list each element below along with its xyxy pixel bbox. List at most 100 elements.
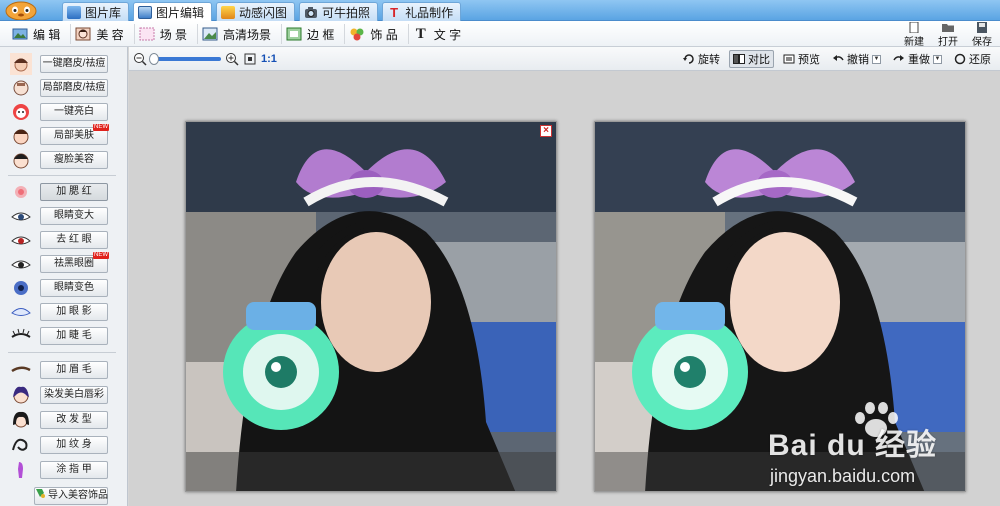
camera-icon — [304, 6, 318, 19]
open-file-button[interactable]: 打开 — [936, 22, 960, 48]
actual-size-button[interactable]: 1:1 — [261, 53, 277, 65]
undo-icon — [832, 53, 844, 65]
compare-icon — [733, 53, 745, 65]
tattoo-button[interactable]: 加 纹 身 — [40, 436, 108, 454]
view-button-label: 预览 — [798, 54, 820, 66]
view-button-label: 重做 — [908, 54, 930, 66]
hd-scene-icon — [202, 27, 218, 41]
eyelash-button[interactable]: 加 睫 毛 — [40, 327, 108, 345]
tool-button-label: 瘦脸美容 — [54, 154, 94, 165]
tool-button-label: 去 红 眼 — [56, 234, 92, 245]
smooth-skin-button[interactable]: 一键磨皮/祛痘 — [40, 55, 108, 73]
tool-label: 编 辑 — [33, 27, 61, 42]
tool-button-label: 加 腮 红 — [56, 186, 92, 197]
tool-text[interactable]: T 文 字 — [409, 24, 471, 44]
image-canvas: × — [129, 71, 1000, 506]
rotate-button[interactable]: 旋转 — [680, 50, 723, 68]
fit-window-icon[interactable] — [243, 52, 257, 66]
restore-icon — [954, 53, 966, 65]
eye-enlarge-button[interactable]: 眼睛变大 — [40, 207, 108, 225]
slim-face-button[interactable]: 瘦脸美容 — [40, 151, 108, 169]
tool-button-label: 导入美容饰品 — [48, 490, 108, 501]
view-button-label: 撤销 — [847, 54, 869, 66]
tool-button-label: 加 眉 毛 — [56, 364, 92, 375]
ornament-icon — [349, 27, 365, 41]
tool-button-label: 加 纹 身 — [56, 439, 92, 450]
eyebrow-button[interactable]: 加 眉 毛 — [40, 361, 108, 379]
preview-icon — [783, 53, 795, 65]
open-folder-icon — [941, 22, 955, 33]
new-file-button[interactable]: 新建 — [902, 21, 926, 48]
edited-photo[interactable] — [594, 121, 966, 492]
beauty-face-icon — [75, 27, 91, 41]
beauty-tool-row: 一键磨皮/祛痘 — [10, 53, 108, 75]
undo-button[interactable]: 撤销 ▼ — [829, 50, 884, 68]
hair-dye-button[interactable]: 染发美白唇彩 — [40, 386, 108, 404]
chevron-down-icon[interactable]: ▼ — [872, 54, 881, 64]
red-eye-icon — [10, 229, 32, 251]
beauty-tool-row: 涂 指 甲 — [10, 459, 108, 481]
tab-image-edit[interactable]: 图片编辑 — [133, 2, 213, 22]
preview-button[interactable]: 预览 — [780, 50, 823, 68]
tab-label: 图片编辑 — [156, 6, 205, 20]
eye-color-button[interactable]: 眼睛变色 — [40, 279, 108, 297]
blush-button[interactable]: 加 腮 红 — [40, 183, 108, 201]
import-ornament-button[interactable]: 导入美容饰品 — [34, 487, 108, 505]
nail-polish-button[interactable]: 涂 指 甲 — [40, 461, 108, 479]
tab-label: 图片库 — [85, 5, 122, 20]
whiten-icon — [10, 101, 32, 123]
tab-gallery[interactable]: 图片库 — [62, 2, 130, 21]
gallery-icon — [67, 5, 81, 19]
partial-beautify-button[interactable]: 局部美肤 NEW — [40, 124, 109, 145]
image-edit-icon — [138, 6, 153, 19]
tool-label: 文 字 — [433, 27, 462, 42]
tool-hd-scene[interactable]: 高清场景 — [198, 24, 283, 44]
tattoo-icon — [10, 434, 32, 456]
whiten-button[interactable]: 一键亮白 — [40, 103, 108, 121]
eyelash-icon — [10, 325, 32, 347]
tool-button-label: 一键磨皮/祛痘 — [42, 58, 106, 69]
original-photo[interactable]: × — [185, 121, 557, 492]
blush-icon — [10, 181, 32, 203]
tab-flash-gif[interactable]: 动感闪图 — [216, 2, 296, 21]
beauty-tool-row: 染发美白唇彩 — [10, 384, 108, 406]
red-eye-button[interactable]: 去 红 眼 — [40, 231, 108, 249]
edit-image-icon — [12, 27, 28, 41]
tab-label: 礼品制作 — [405, 5, 454, 20]
tab-gift[interactable]: T 礼品制作 — [382, 2, 462, 21]
save-file-button[interactable]: 保存 — [970, 22, 994, 48]
dark-circle-button[interactable]: 祛黑眼圈 NEW — [40, 252, 109, 273]
edit-toolbar: 编 辑 美 容 场 景 高清场景 边 框 饰 品 T 文 字 新建 打开 保存 — [0, 21, 1000, 48]
tool-button-label: 涂 指 甲 — [56, 464, 92, 475]
nail-polish-icon — [10, 459, 32, 481]
file-button-label: 打开 — [938, 37, 958, 48]
close-icon[interactable]: × — [540, 125, 552, 137]
tab-camera[interactable]: 可牛拍照 — [299, 2, 379, 21]
tool-edit[interactable]: 编 辑 — [8, 24, 72, 44]
hairstyle-button[interactable]: 改 发 型 — [40, 411, 108, 429]
beauty-tool-row: 祛黑眼圈 NEW — [10, 252, 109, 275]
chevron-down-icon[interactable]: ▼ — [933, 54, 942, 64]
hair-dye-icon — [10, 384, 32, 406]
gift-t-icon: T — [390, 4, 399, 20]
zoom-slider-knob[interactable] — [149, 53, 159, 65]
portrait-photo-edited — [595, 122, 965, 491]
compare-button[interactable]: 对比 — [729, 50, 774, 68]
beauty-tool-row: 去 红 眼 — [10, 229, 108, 251]
tool-beauty[interactable]: 美 容 — [71, 24, 135, 44]
zoom-slider[interactable] — [149, 53, 221, 65]
tool-ornament[interactable]: 饰 品 — [345, 24, 409, 44]
tool-frame[interactable]: 边 框 — [282, 24, 346, 44]
tool-button-label: 加 眼 影 — [56, 306, 92, 317]
zoom-in-icon[interactable] — [225, 52, 239, 66]
flash-gif-icon — [221, 5, 236, 19]
redo-button[interactable]: 重做 ▼ — [890, 50, 945, 68]
zoom-out-icon[interactable] — [133, 52, 147, 66]
restore-button[interactable]: 还原 — [951, 50, 994, 68]
partial-smooth-button[interactable]: 局部磨皮/祛痘 — [40, 79, 108, 97]
app-logo — [3, 0, 39, 21]
new-badge: NEW — [93, 252, 109, 259]
file-button-label: 保存 — [972, 37, 992, 48]
tool-scene[interactable]: 场 景 — [135, 24, 199, 44]
eye-shadow-button[interactable]: 加 眼 影 — [40, 303, 108, 321]
